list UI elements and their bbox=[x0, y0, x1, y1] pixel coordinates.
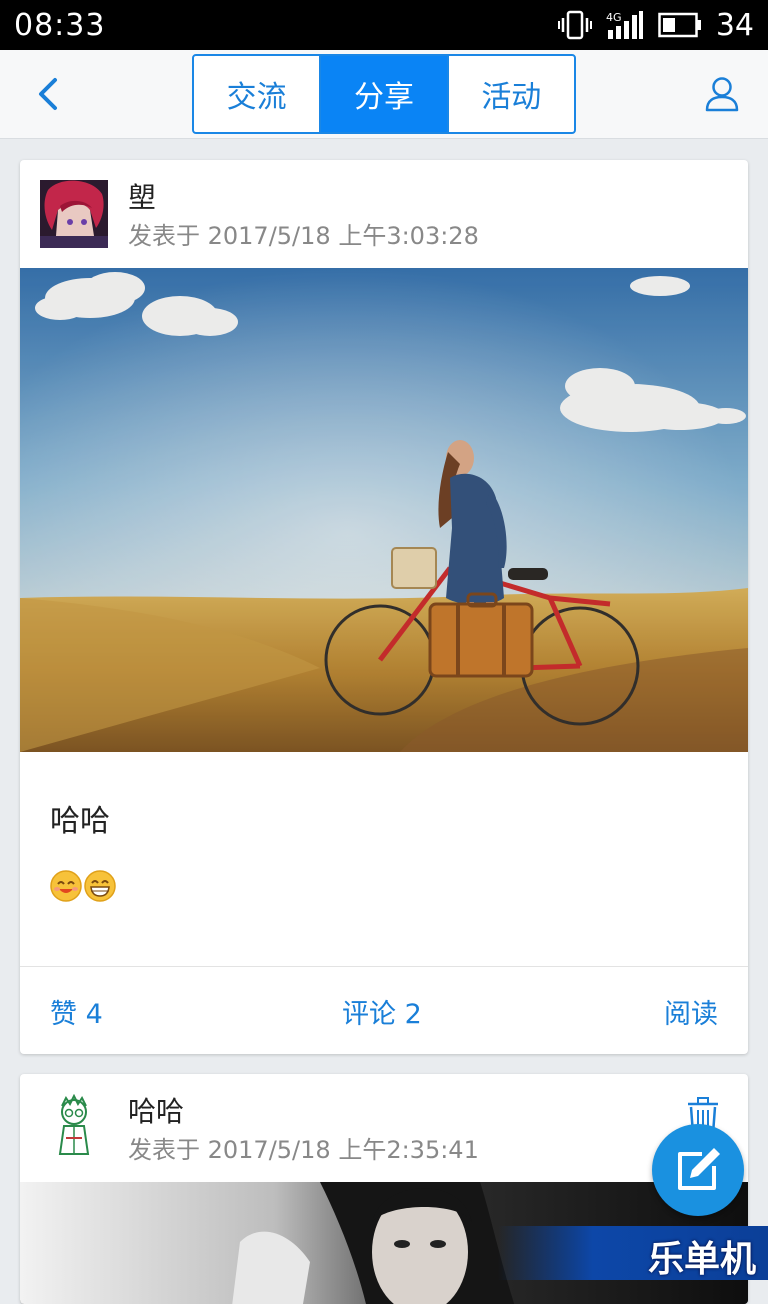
chevron-left-icon bbox=[39, 78, 57, 110]
status-time: 08:33 bbox=[14, 7, 106, 43]
status-icons: 4G 34 bbox=[557, 7, 754, 43]
network-label: 4G bbox=[606, 11, 622, 24]
battery-icon bbox=[658, 12, 701, 38]
edit-icon bbox=[678, 1148, 720, 1190]
user-icon bbox=[705, 77, 739, 112]
divider bbox=[20, 966, 748, 967]
signal-icon: 4G bbox=[606, 11, 643, 39]
post-card: 塱 发表于 2017/5/18 上午3:03:28 哈哈 赞 4 评论 2 阅读 bbox=[20, 160, 748, 1054]
compose-button[interactable] bbox=[652, 1124, 744, 1216]
read-button[interactable]: 阅读 bbox=[664, 992, 718, 1031]
watermark-text: 乐单机 bbox=[647, 1239, 756, 1280]
avatar[interactable] bbox=[40, 180, 108, 248]
post-text: 哈哈 bbox=[50, 804, 110, 839]
post-image[interactable] bbox=[20, 268, 748, 752]
post-emojis bbox=[50, 870, 116, 902]
post-timestamp: 发表于 2017/5/18 上午2:35:41 bbox=[128, 1136, 479, 1164]
author-name[interactable]: 哈哈 bbox=[128, 1090, 184, 1130]
author-name[interactable]: 塱 bbox=[128, 176, 156, 216]
app-header: 交流 分享 活动 bbox=[0, 50, 768, 139]
post-header: 塱 发表于 2017/5/18 上午3:03:28 bbox=[20, 160, 748, 268]
battery-level: 34 bbox=[715, 7, 754, 43]
category-tabs: 交流 分享 活动 bbox=[192, 54, 576, 134]
profile-button[interactable] bbox=[702, 72, 742, 116]
post-timestamp: 发表于 2017/5/18 上午3:03:28 bbox=[128, 222, 479, 250]
tab-share[interactable]: 分享 bbox=[319, 56, 447, 132]
grinning-face-emoji bbox=[84, 870, 116, 902]
smiling-face-emoji bbox=[50, 870, 82, 902]
post-header: 哈哈 发表于 2017/5/18 上午2:35:41 bbox=[20, 1074, 748, 1182]
tab-exchange[interactable]: 交流 bbox=[194, 56, 319, 132]
like-button[interactable]: 赞 4 bbox=[50, 992, 103, 1031]
avatar[interactable] bbox=[40, 1094, 108, 1162]
vibrate-icon bbox=[557, 10, 592, 40]
watermark: 乐单机 bbox=[498, 1226, 768, 1280]
status-bar: 08:33 4G 34 bbox=[0, 0, 768, 50]
comment-button[interactable]: 评论 2 bbox=[342, 992, 422, 1031]
tab-activity[interactable]: 活动 bbox=[446, 56, 574, 132]
back-button[interactable] bbox=[28, 72, 68, 116]
